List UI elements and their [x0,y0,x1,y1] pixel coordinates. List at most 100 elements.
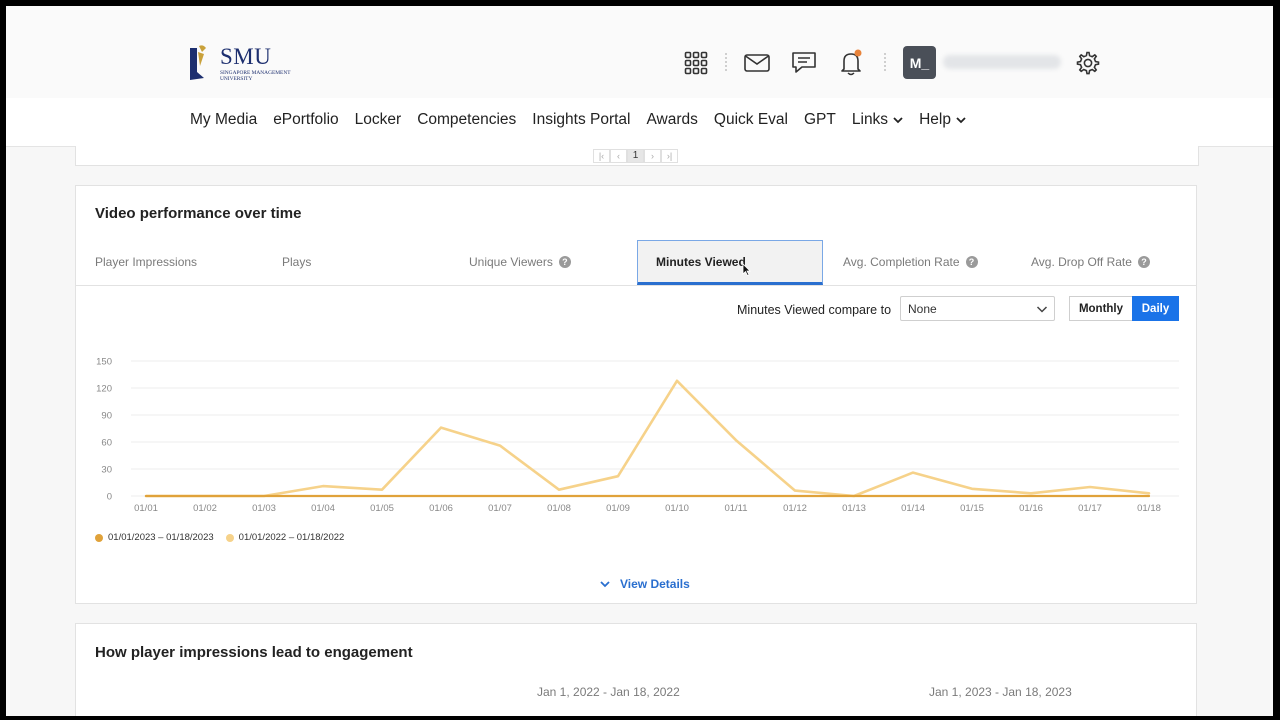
view-details-link[interactable]: View Details [600,577,690,591]
x-tick-label: 01/14 [901,503,925,514]
nav-eportfolio[interactable]: ePortfolio [265,111,346,129]
minutes-viewed-chart: 0 30 60 90 120 150 01/01 01/02 01/03 01/04 01/05 01… [96,357,1179,514]
nav-label: Insights Portal [532,111,631,128]
legend-label: 01/01/2022 – 01/18/2022 [238,532,345,543]
x-tick-label: 01/03 [252,503,276,514]
x-tick-label: 01/09 [606,503,630,514]
tab-unique-viewers[interactable]: Unique Viewers ? [469,241,571,283]
x-tick-label: 01/15 [960,503,984,514]
legend-item[interactable]: 01/01/2022 – 01/18/2022 [225,532,345,543]
x-tick-label: 01/13 [842,503,866,514]
y-tick-label: 0 [107,492,112,503]
x-tick-label: 01/02 [193,503,217,514]
logo-wordmark: SMU [220,44,272,69]
compare-label: Minutes Viewed compare to [737,303,892,317]
smu-crest-icon [190,45,206,80]
nav-help-dropdown[interactable]: Help [911,111,974,129]
settings-icon[interactable] [1074,49,1102,77]
prev-page-button[interactable]: ‹ [610,149,627,163]
chevron-down-icon [1036,306,1048,313]
tab-avg-drop-off-rate[interactable]: Avg. Drop Off Rate ? [1031,241,1150,283]
y-tick-label: 30 [101,465,112,476]
header-divider [884,53,887,71]
x-tick-label: 01/05 [370,503,394,514]
next-page-button[interactable]: › [644,149,661,163]
nav-label: Help [919,111,951,128]
bell-icon[interactable] [837,49,865,77]
daily-button[interactable]: Daily [1132,296,1179,321]
x-tick-label: 01/16 [1019,503,1043,514]
nav-label: ePortfolio [273,111,339,128]
nav-label: Links [851,111,889,128]
chart-legend: 01/01/2023 – 01/18/2023 01/01/2022 – 01/… [95,532,344,543]
smu-logo[interactable]: SMU SINGAPORE MANAGEMENT UNIVERSITY [188,40,308,86]
nav-awards[interactable]: Awards [639,111,706,129]
chat-icon[interactable] [790,49,818,77]
x-tick-label: 01/04 [311,503,335,514]
avatar[interactable]: M_ [903,46,936,79]
tab-minutes-viewed[interactable]: Minutes Viewed [637,240,823,285]
previous-card-bottom: |‹ ‹ 1 › ›| [75,146,1199,166]
x-tick-label: 01/07 [488,503,512,514]
nav-label: GPT [804,111,836,128]
help-icon[interactable]: ? [1137,256,1150,268]
nav-label: Competencies [417,111,517,128]
tab-label: Minutes Viewed [656,254,746,269]
y-tick-label: 120 [96,384,112,395]
monthly-button[interactable]: Monthly [1069,296,1132,321]
tab-label: Unique Viewers [469,255,553,269]
legend-label: 01/01/2023 – 01/18/2023 [108,532,214,543]
period-label-2023: Jan 1, 2023 - Jan 18, 2023 [929,685,1072,699]
pagination: |‹ ‹ 1 › ›| [593,149,678,163]
apps-grid-icon[interactable] [682,49,710,77]
legend-item[interactable]: 01/01/2023 – 01/18/2023 [95,532,214,543]
x-tick-label: 01/01 [134,503,158,514]
nav-label: Quick Eval [713,111,788,128]
tab-player-impressions[interactable]: Player Impressions [95,241,197,283]
tab-plays[interactable]: Plays [282,241,311,283]
nav-label: Awards [646,111,698,128]
nav-competencies[interactable]: Competencies [409,111,524,129]
first-page-button[interactable]: |‹ [593,149,610,163]
compare-value: None [908,301,937,316]
x-tick-label: 01/18 [1137,503,1161,514]
view-details-label: View Details [620,577,690,591]
series-line [144,379,1151,498]
x-tick-label: 01/08 [547,503,571,514]
chevron-down-icon [893,116,903,123]
legend-swatch [95,533,103,542]
tab-avg-completion-rate[interactable]: Avg. Completion Rate ? [843,241,978,283]
nav-gpt[interactable]: GPT [796,111,844,129]
video-performance-card: Video performance over time Player Impre… [75,185,1197,604]
nav-my-media[interactable]: My Media [182,111,265,129]
tab-label: Plays [282,255,312,269]
section-title: Video performance over time [95,205,302,222]
nav-links-dropdown[interactable]: Links [844,111,911,129]
user-name-redacted[interactable] [943,55,1061,69]
x-tick-label: 01/12 [783,503,807,514]
current-page[interactable]: 1 [627,149,644,163]
help-icon[interactable]: ? [558,256,571,268]
period-label-2022: Jan 1, 2022 - Jan 18, 2022 [537,685,680,699]
mouse-cursor-icon [742,263,751,276]
last-page-button[interactable]: ›| [661,149,678,163]
mail-icon[interactable] [743,49,771,77]
y-tick-label: 90 [101,411,112,422]
x-tick-label: 01/17 [1078,503,1102,514]
nav-locker[interactable]: Locker [347,111,410,129]
legend-swatch [225,533,234,542]
main-navigation: My Media ePortfolio Locker Competencies … [6,98,1273,147]
engagement-card: How player impressions lead to engagemen… [75,623,1197,716]
chevron-down-icon [956,116,966,123]
tab-label: Player Impressions [95,255,198,269]
compare-select[interactable]: None [900,296,1055,321]
app-window: SMU SINGAPORE MANAGEMENT UNIVERSITY M_ M… [6,6,1273,716]
chevron-down-icon [600,580,610,587]
help-icon[interactable]: ? [965,256,978,268]
x-tick-label: 01/10 [665,503,689,514]
top-header: SMU SINGAPORE MANAGEMENT UNIVERSITY M_ [6,6,1273,99]
y-tick-label: 60 [101,438,112,449]
notification-dot [854,49,862,57]
nav-quick-eval[interactable]: Quick Eval [706,111,796,129]
nav-insights-portal[interactable]: Insights Portal [524,111,638,129]
